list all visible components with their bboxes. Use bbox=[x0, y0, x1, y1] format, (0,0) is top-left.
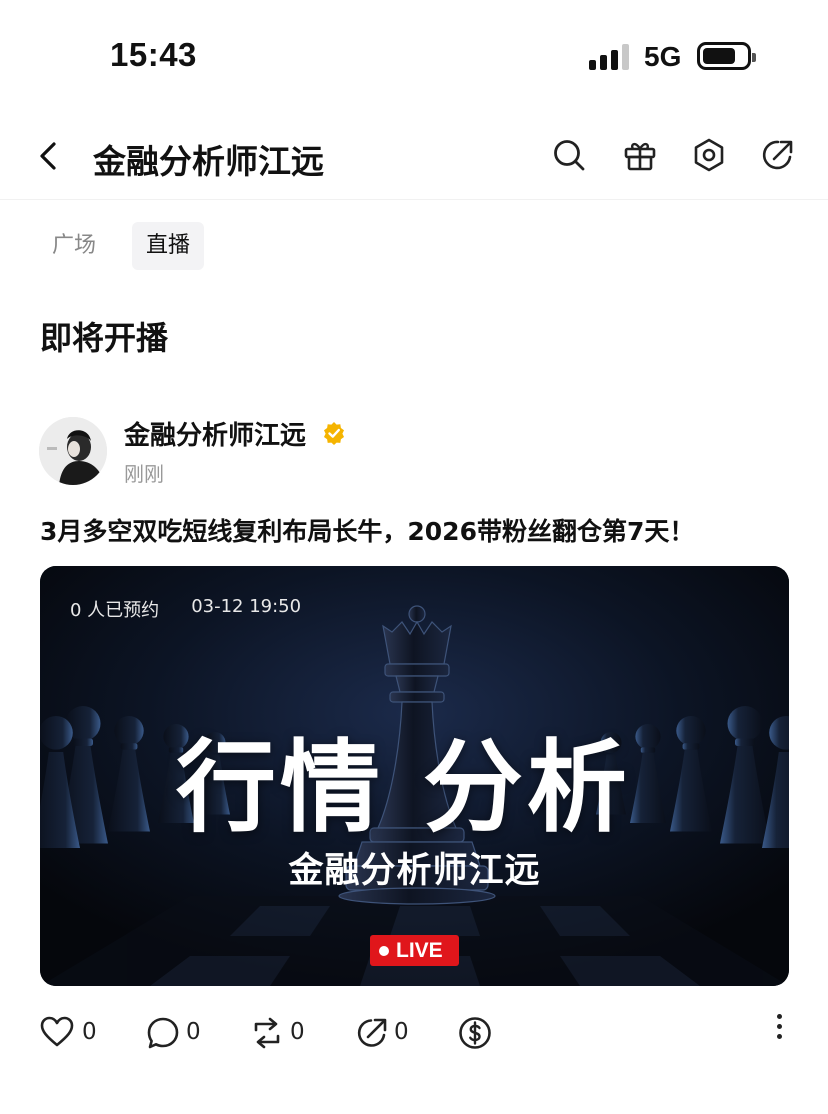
post-action-bar: 0 0 0 0 bbox=[0, 1012, 828, 1056]
repost-count: 0 bbox=[290, 1019, 305, 1045]
signal-icon bbox=[589, 42, 633, 70]
post-text[interactable]: 3月多空双吃短线复利布局长牛，2026带粉丝翻仓第7天！ bbox=[40, 512, 694, 548]
gift-icon[interactable] bbox=[622, 137, 658, 173]
page-title: 金融分析师江远 bbox=[93, 142, 324, 181]
reservation-count: 0 人已预约 bbox=[70, 600, 160, 621]
live-preview-banner[interactable]: 0 人已预约 03-12 19:50 行情 分析 金融分析师江远 LIVE bbox=[40, 566, 789, 986]
live-badge: LIVE bbox=[370, 935, 459, 966]
scheduled-time: 03-12 19:50 bbox=[191, 596, 302, 617]
battery-icon bbox=[697, 42, 756, 70]
share-post-button[interactable]: 0 bbox=[355, 1012, 415, 1056]
profile-tabs: 广场 直播 bbox=[38, 222, 205, 270]
status-time: 15:43 bbox=[110, 36, 197, 73]
top-nav-bar: 金融分析师江远 bbox=[0, 110, 828, 200]
more-vertical-icon[interactable] bbox=[770, 1006, 790, 1046]
comment-button[interactable]: 0 bbox=[146, 1012, 206, 1056]
search-icon[interactable] bbox=[551, 137, 587, 173]
comment-count: 0 bbox=[186, 1019, 201, 1045]
share-icon bbox=[357, 1018, 387, 1047]
network-label: 5G bbox=[644, 41, 682, 72]
post-time: 刚刚 bbox=[124, 462, 164, 486]
avatar[interactable] bbox=[39, 417, 107, 485]
heart-icon bbox=[40, 1016, 74, 1047]
comment-icon bbox=[147, 1017, 179, 1049]
share-icon[interactable] bbox=[760, 137, 796, 173]
banner-meta: 0 人已预约 03-12 19:50 bbox=[70, 596, 301, 622]
chevron-left-icon[interactable] bbox=[34, 140, 62, 172]
banner-headline: 行情 分析 bbox=[176, 729, 631, 846]
banner-subtitle: 金融分析师江远 bbox=[288, 851, 541, 891]
section-title: 即将开播 bbox=[40, 319, 169, 357]
verified-badge-icon bbox=[324, 422, 344, 445]
repost-button[interactable]: 0 bbox=[250, 1012, 310, 1056]
share-count: 0 bbox=[394, 1019, 409, 1045]
tab-plaza[interactable]: 广场 bbox=[38, 222, 110, 270]
like-button[interactable]: 0 bbox=[40, 1012, 100, 1056]
status-bar: 15:43 5G bbox=[0, 0, 828, 110]
like-count: 0 bbox=[82, 1019, 97, 1045]
dollar-circle-icon bbox=[459, 1017, 491, 1049]
repost-icon bbox=[254, 1017, 280, 1049]
settings-icon[interactable] bbox=[691, 137, 727, 173]
tip-button[interactable] bbox=[458, 1012, 494, 1056]
author-name[interactable]: 金融分析师江远 bbox=[124, 415, 306, 452]
tab-live[interactable]: 直播 bbox=[132, 222, 205, 270]
live-dot-icon bbox=[379, 946, 389, 956]
